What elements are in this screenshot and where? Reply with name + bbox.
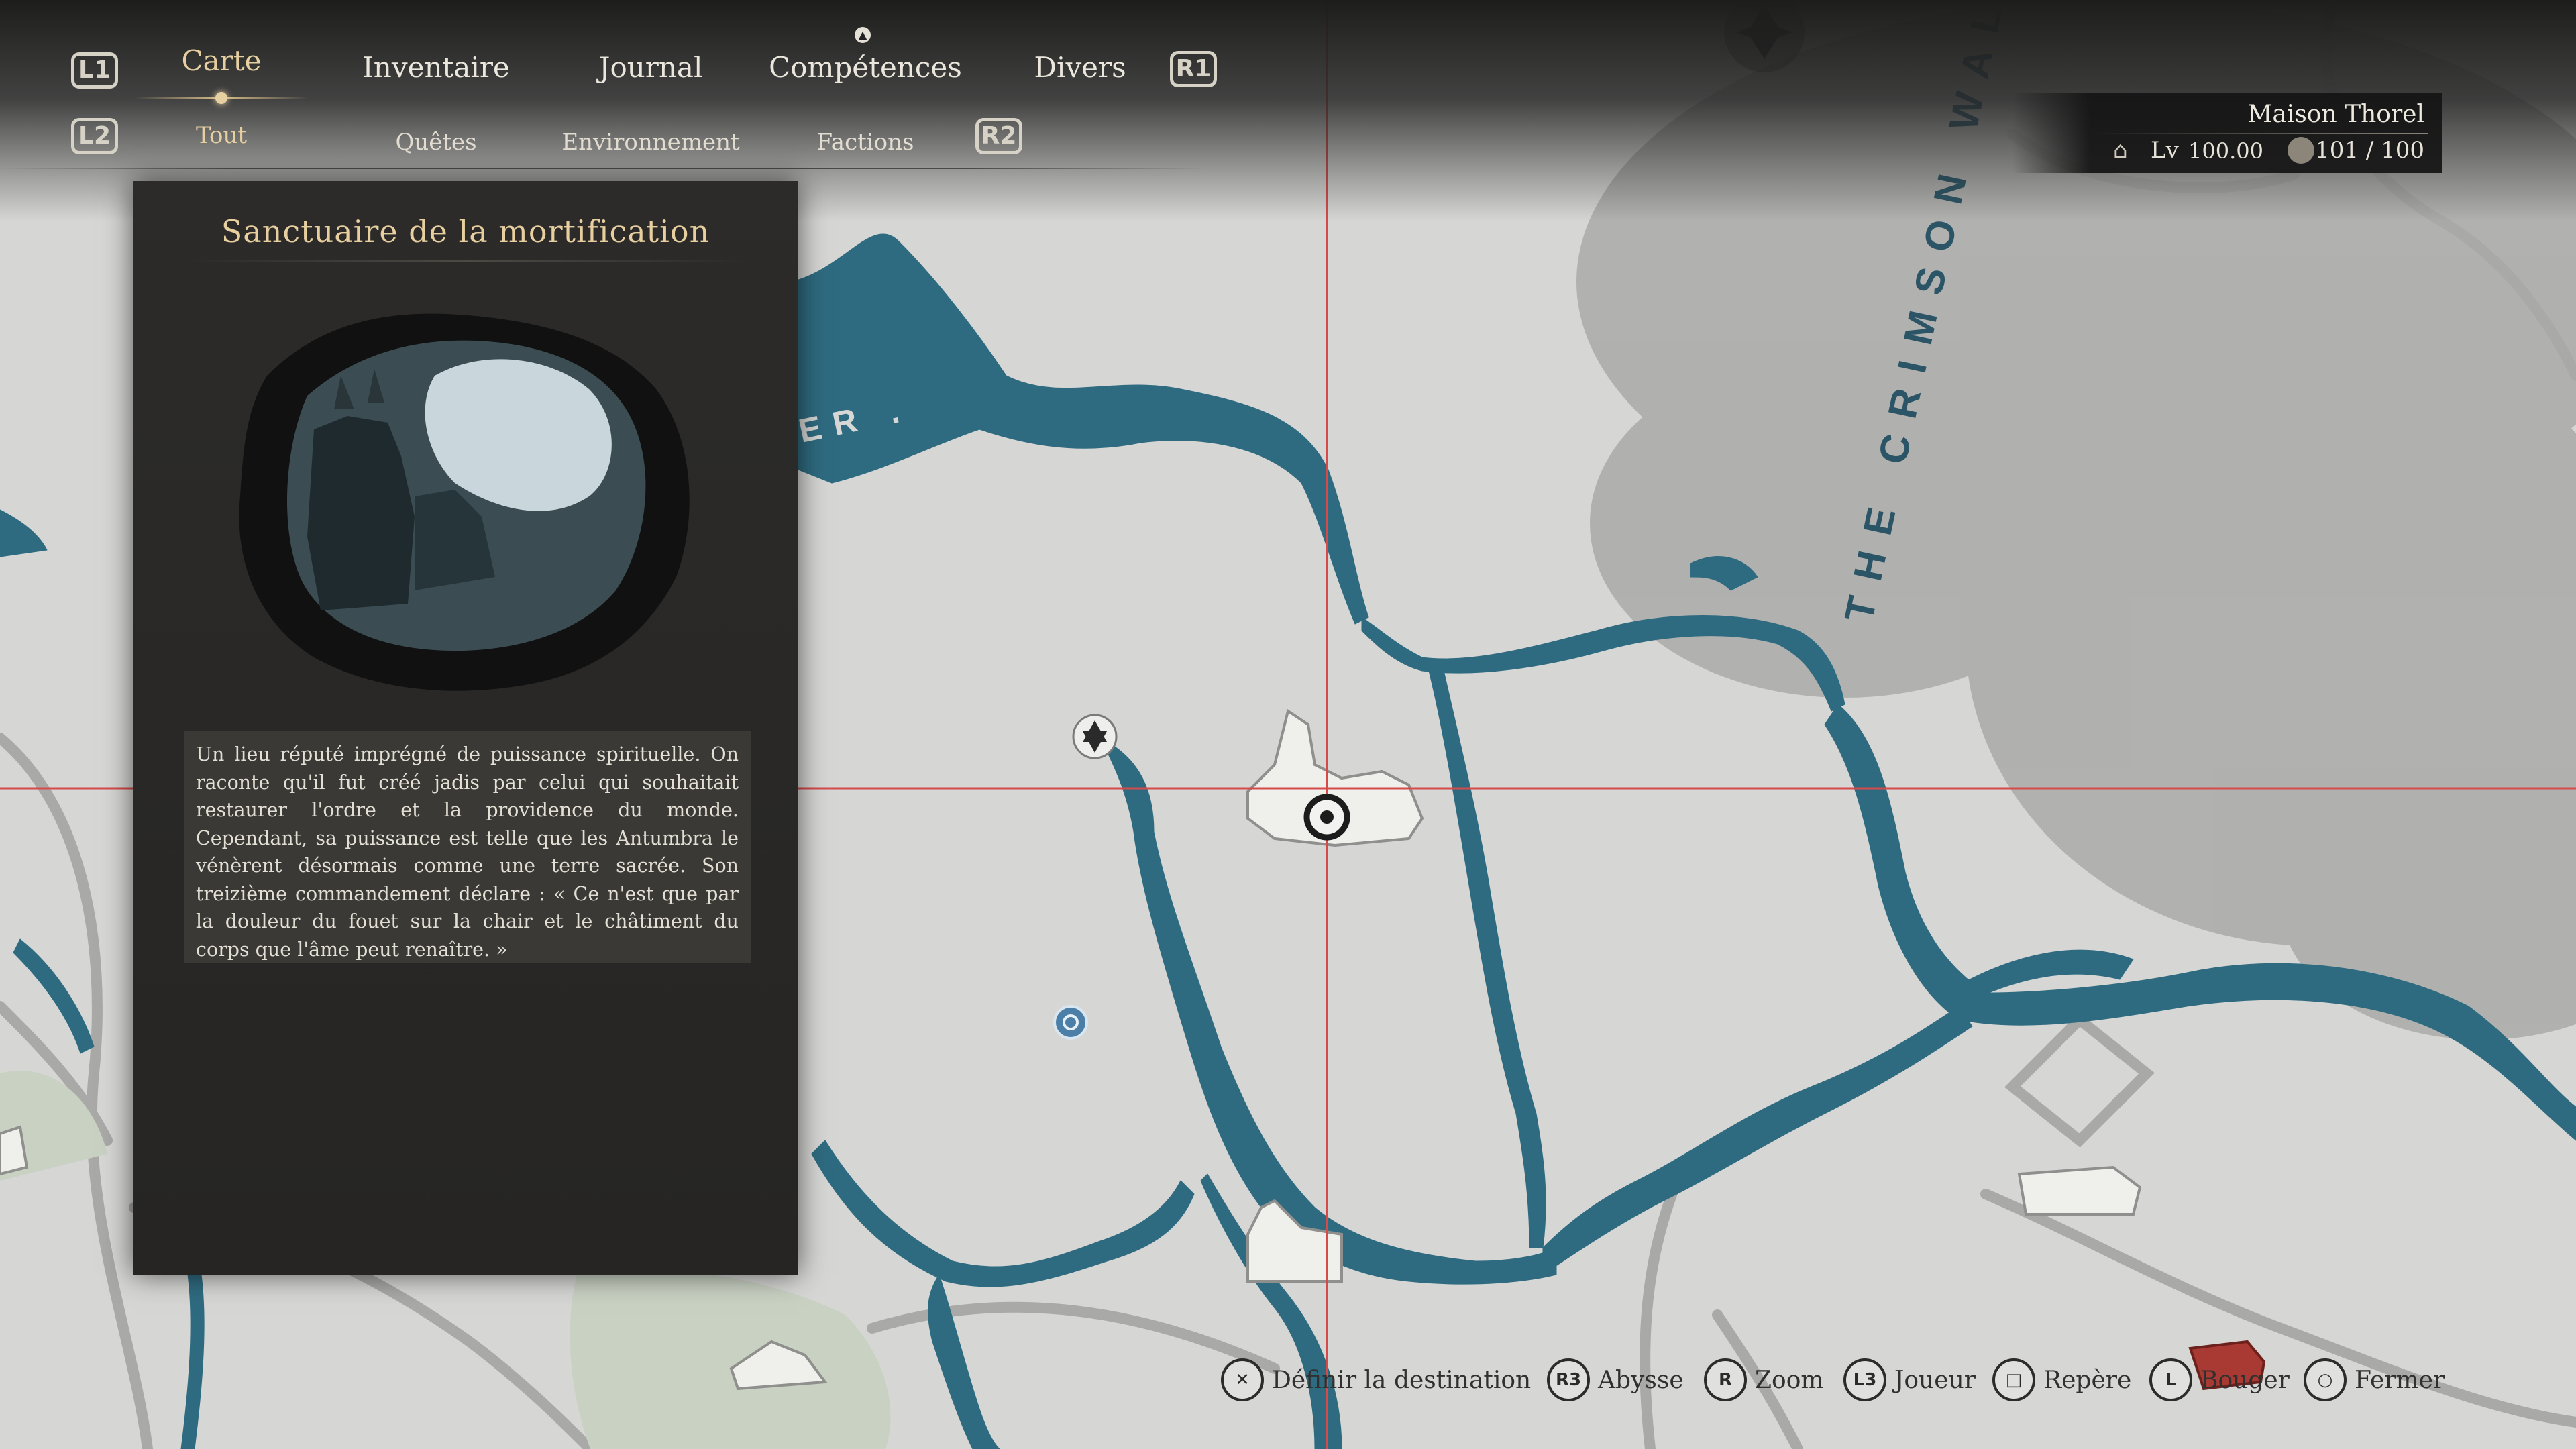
hint-label: Définir la destination: [1272, 1366, 1532, 1394]
location-description: Un lieu réputé imprégné de puissance spi…: [196, 743, 739, 961]
status-divider: [2093, 133, 2428, 134]
subtab-environnement[interactable]: Environnement: [561, 129, 739, 156]
tab-carte[interactable]: Carte: [182, 44, 262, 77]
hint-abyss[interactable]: R3 Abysse: [1547, 1356, 1684, 1403]
r1-button[interactable]: R1: [1170, 51, 1217, 87]
shield-emblem-icon: [2288, 137, 2314, 164]
subtab-tout[interactable]: Tout: [196, 122, 247, 149]
description-box: Un lieu réputé imprégné de puissance spi…: [184, 731, 751, 963]
hint-label: Joueur: [1894, 1366, 1976, 1394]
tab-active-dot: [215, 92, 227, 104]
house-name: Maison Thorel: [2247, 101, 2424, 128]
tab-journal[interactable]: Journal: [599, 51, 703, 84]
right-stick-icon: R: [1704, 1358, 1747, 1401]
left-stick-icon: L: [2149, 1358, 2192, 1401]
level-emblem-icon: ⌂: [2113, 137, 2128, 164]
waypoint-icon[interactable]: [1053, 1005, 1088, 1040]
hint-label: Zoom: [1755, 1366, 1824, 1394]
level-label: Lv: [2151, 137, 2179, 164]
notification-icon: ▲: [855, 27, 871, 43]
nav-divider: [0, 168, 1208, 169]
title-divider: [186, 260, 745, 262]
l2-button[interactable]: L2: [71, 118, 118, 154]
hint-close[interactable]: ○ Fermer: [2304, 1356, 2445, 1403]
hint-set-destination[interactable]: ✕ Définir la destination: [1221, 1356, 1531, 1403]
location-info-panel: Sanctuaire de la mortification Un lieu r…: [133, 181, 798, 1275]
player-marker-icon[interactable]: [1303, 794, 1350, 841]
hint-marker[interactable]: □ Repère: [1992, 1356, 2131, 1403]
tab-divers[interactable]: Divers: [1034, 51, 1126, 84]
l3-button-icon: L3: [1843, 1358, 1886, 1401]
hint-zoom[interactable]: R Zoom: [1704, 1356, 1824, 1403]
hint-player[interactable]: L3 Joueur: [1843, 1356, 1976, 1403]
hint-label: Repère: [2043, 1366, 2132, 1394]
circle-button-icon: ○: [2304, 1358, 2347, 1401]
completion-count: 101 / 100: [2315, 137, 2424, 164]
tab-inventaire[interactable]: Inventaire: [362, 51, 510, 84]
r2-button[interactable]: R2: [975, 118, 1022, 154]
square-button-icon: □: [1992, 1358, 2035, 1401]
l1-button[interactable]: L1: [71, 52, 118, 89]
level-value: 100.00: [2188, 138, 2263, 164]
cross-button-icon: ✕: [1221, 1358, 1264, 1401]
player-status: Maison Thorel ⌂ Lv 100.00 101 / 100: [2012, 93, 2442, 173]
hint-move[interactable]: L Bouger: [2149, 1356, 2290, 1403]
location-illustration: [239, 313, 690, 691]
hint-label: Abysse: [1598, 1366, 1684, 1394]
location-title: Sanctuaire de la mortification: [221, 213, 710, 250]
hint-label: Fermer: [2355, 1366, 2445, 1394]
shrine-icon[interactable]: [1072, 714, 1118, 759]
tab-competences[interactable]: Compétences: [769, 51, 962, 84]
subtab-quetes[interactable]: Quêtes: [395, 129, 476, 156]
subtab-factions[interactable]: Factions: [817, 129, 914, 156]
r3-button-icon: R3: [1547, 1358, 1590, 1401]
hint-label: Bouger: [2200, 1366, 2290, 1394]
